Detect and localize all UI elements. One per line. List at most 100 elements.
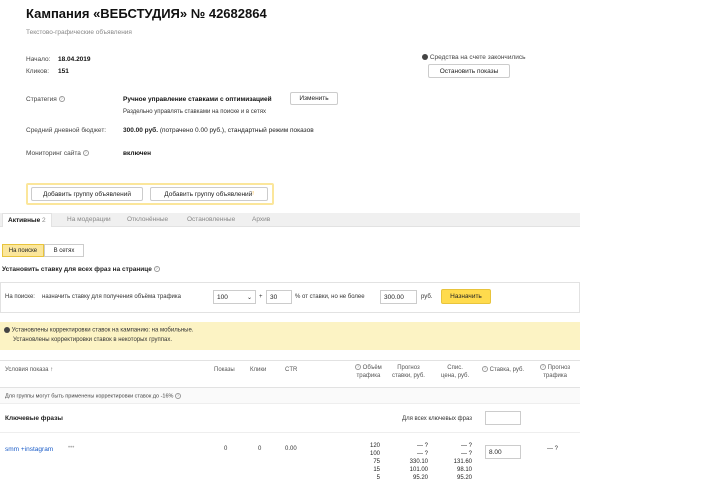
bid-setting-text1: назначить ставку для получения объёма тр… xyxy=(42,294,181,300)
volume-value: 120 xyxy=(369,443,380,449)
add-ad-group-button[interactable]: Добавить группу объявлений xyxy=(31,187,143,201)
group-note-text: Для группы могут быть применены корректи… xyxy=(5,393,174,400)
tab-stopped[interactable]: Остановленные xyxy=(187,216,235,223)
chevron-down-icon: ⌄ xyxy=(246,294,252,301)
info-icon[interactable]: ? xyxy=(58,96,65,103)
col-ctr[interactable]: CTR xyxy=(285,366,297,374)
tab-moderation[interactable]: На модерации xyxy=(67,216,111,223)
apply-bid-button[interactable]: Назначить xyxy=(441,289,491,304)
volume-value: 15 xyxy=(373,467,380,473)
col-price[interactable]: Спис. цена, руб. xyxy=(441,364,469,380)
col-traffic-forecast-line1: Прогноз xyxy=(547,365,571,371)
strategy-value: Ручное управление ставками с оптимизацие… xyxy=(123,96,272,103)
page-title: Кампания «ВЕБСТУДИЯ» № 42682864 xyxy=(26,6,267,21)
bid-setting-heading: Установить ставку для всех фраз на стран… xyxy=(2,266,160,273)
change-strategy-button[interactable]: Изменить xyxy=(290,92,338,105)
forecast-value: 101.00 xyxy=(409,467,428,473)
col-conditions-label: Условия показа xyxy=(5,367,49,373)
bid-setting-heading-text: Установить ставку для всех фраз на стран… xyxy=(2,266,152,273)
row-ctr: 0.00 xyxy=(285,446,297,452)
alert-line-1-text: Установлены корректировки ставок на камп… xyxy=(11,327,194,334)
row-impressions: 0 xyxy=(224,446,228,452)
percent-input[interactable]: 30 xyxy=(266,290,292,304)
stop-impressions-button[interactable]: Остановить показы xyxy=(428,64,510,78)
volume-value: 5 xyxy=(376,475,380,480)
col-volume[interactable]: ? Объём трафика xyxy=(355,364,382,380)
strategy-label: Стратегия ? xyxy=(26,96,65,103)
warning-icon xyxy=(4,327,10,333)
tab-active[interactable]: Активные 2 xyxy=(2,213,52,227)
budget-rest: (потрачено 0.00 руб.), стандартный режим… xyxy=(159,127,314,134)
table-header xyxy=(0,360,580,388)
tab-count: 2 xyxy=(42,217,46,224)
tab-rejected[interactable]: Отклонённые xyxy=(127,216,168,223)
currency-label: руб. xyxy=(421,294,433,300)
start-label: Начало: xyxy=(26,56,51,63)
forecast-value: 330.10 xyxy=(409,459,428,465)
max-bid-input[interactable]: 300.00 xyxy=(380,290,417,304)
col-forecast-line2: ставки, руб. xyxy=(392,373,425,379)
budget-line: 300.00 руб. (потрачено 0.00 руб.), станд… xyxy=(123,127,314,134)
price-value: 131.60 xyxy=(453,459,472,465)
forecast-value: 95.20 xyxy=(412,475,428,480)
monitoring-label: Мониторинг сайта ? xyxy=(26,150,89,157)
clicks-label: Кликов: xyxy=(26,68,50,75)
col-traffic-forecast[interactable]: ? Прогноз трафика xyxy=(540,364,570,380)
start-value: 18.04.2019 xyxy=(58,56,91,63)
add-ad-group-button-2[interactable]: Добавить группу объявлений! xyxy=(150,187,268,201)
info-icon[interactable]: ? xyxy=(82,150,89,157)
strategy-note: Раздельно управлять ставками на поиске и… xyxy=(123,109,266,115)
info-icon[interactable]: ? xyxy=(153,266,160,273)
col-bid-label: Ставка, руб. xyxy=(489,367,525,373)
col-clicks[interactable]: Клики xyxy=(250,366,266,374)
add-ad-group-label: Добавить группу объявлений xyxy=(164,190,253,198)
col-forecast-line1: Прогноз xyxy=(397,365,420,371)
budget-label: Средний дневной бюджет: xyxy=(26,127,107,134)
col-price-line1: Спис. xyxy=(447,365,463,371)
forecast-value: — ? xyxy=(416,451,428,457)
forecast-value: — ? xyxy=(416,443,428,449)
more-icon[interactable]: ••• xyxy=(68,445,74,451)
keyword-bid-input[interactable]: 8.00 xyxy=(485,445,521,459)
warning-icon xyxy=(422,54,428,61)
keyword-phrase-link[interactable]: smm +instagram xyxy=(5,446,53,453)
price-value: — ? xyxy=(460,451,472,457)
col-impressions[interactable]: Показы xyxy=(214,366,235,374)
col-traffic-forecast-line2: трафика xyxy=(543,373,567,379)
segment-search[interactable]: На поиске xyxy=(2,244,44,257)
all-phrases-bid-input[interactable] xyxy=(485,411,521,425)
price-value: — ? xyxy=(460,443,472,449)
monitoring-value: включен xyxy=(123,150,152,157)
all-phrases-label: Для всех ключевых фраз xyxy=(402,416,472,422)
traffic-volume-select[interactable]: 100 ⌄ xyxy=(213,290,256,304)
clicks-value: 151 xyxy=(58,68,69,75)
group-note: Для группы могут быть применены корректи… xyxy=(5,393,181,399)
status-tabs: Активные 2 На модерации Отклонённые Оста… xyxy=(0,213,580,227)
info-icon[interactable]: ? xyxy=(482,366,488,373)
price-value: 95.20 xyxy=(456,475,472,480)
col-conditions[interactable]: Условия показа ↑ xyxy=(5,366,53,374)
price-value: 98.10 xyxy=(456,467,472,473)
keywords-heading: Ключевые фразы xyxy=(5,415,63,422)
info-icon[interactable]: ? xyxy=(540,364,546,371)
funds-notice: Средства на счете закончились xyxy=(422,54,526,61)
info-icon[interactable]: ? xyxy=(174,393,181,399)
bid-setting-prefix: На поиске: xyxy=(5,294,35,300)
plus-sign: + xyxy=(259,294,263,300)
info-icon[interactable]: ? xyxy=(355,364,361,371)
strategy-label-text: Стратегия xyxy=(26,96,57,103)
bid-setting-text2: % от ставки, но не более xyxy=(295,294,365,300)
segment-networks[interactable]: В сетях xyxy=(44,244,84,257)
sort-arrow-icon: ↑ xyxy=(50,367,54,373)
monitoring-label-text: Мониторинг сайта xyxy=(26,150,81,157)
tab-archive[interactable]: Архив xyxy=(252,216,270,223)
col-bid[interactable]: ? Ставка, руб. xyxy=(482,366,524,374)
volume-value: 75 xyxy=(373,459,380,465)
col-volume-line2: трафика xyxy=(356,373,381,379)
alert-line-1: Установлены корректировки ставок на камп… xyxy=(4,327,193,334)
tab-label: Активные xyxy=(8,217,41,224)
traffic-volume-value: 100 xyxy=(217,293,228,301)
col-price-line2: цена, руб. xyxy=(441,373,470,379)
col-forecast[interactable]: Прогноз ставки, руб. xyxy=(392,364,425,380)
page-subtitle: Текстово-графические объявления xyxy=(26,29,132,36)
